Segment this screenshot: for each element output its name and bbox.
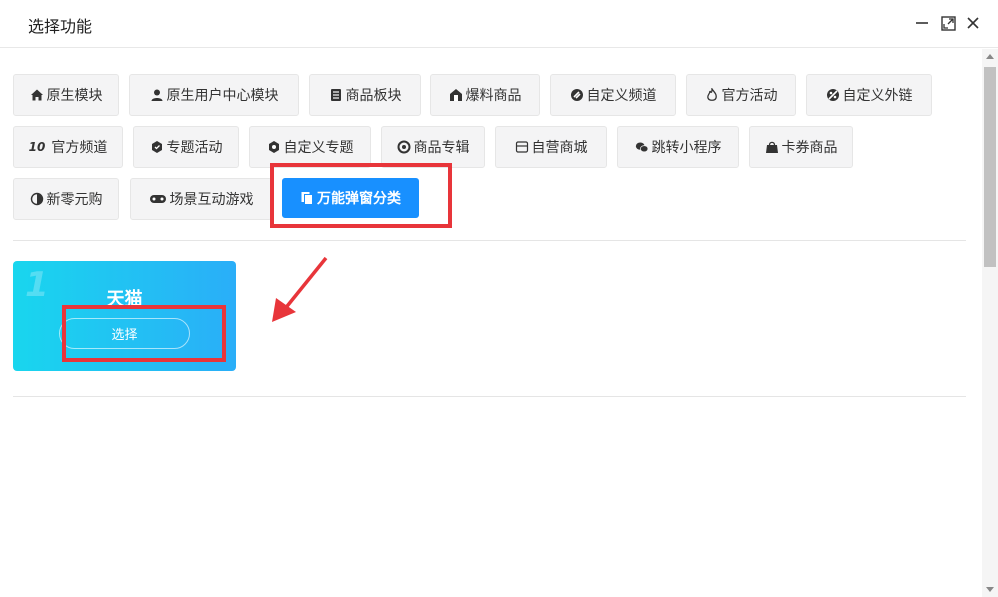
category-button-mini-program[interactable]: 跳转小程序 (617, 126, 739, 168)
category-button-card-goods[interactable]: 卡券商品 (749, 126, 853, 168)
minimize-icon[interactable] (913, 14, 931, 32)
select-function-dialog: 选择功能 原生模块 原生用户中心模块 商品板块 爆料商品 自定义频道 官方活动 … (0, 0, 998, 597)
category-button-custom-channel[interactable]: 自定义频道 (550, 74, 676, 116)
dialog-body: 原生模块 原生用户中心模块 商品板块 爆料商品 自定义频道 官方活动 自定义外链 (0, 49, 982, 597)
category-button-custom-topic[interactable]: 自定义专题 (249, 126, 371, 168)
badge-icon (150, 140, 164, 154)
vertical-scrollbar[interactable] (982, 49, 998, 597)
topic-icon (267, 140, 281, 154)
scroll-down-icon[interactable] (986, 587, 994, 592)
divider (13, 240, 966, 241)
scrollbar-thumb[interactable] (984, 67, 996, 267)
half-circle-icon (30, 192, 44, 206)
maximize-icon[interactable] (939, 14, 957, 32)
dialog-header: 选择功能 (0, 0, 998, 48)
gamepad-icon (149, 192, 167, 206)
category-button-new-zero-buy[interactable]: 新零元购 (13, 178, 119, 220)
copy-icon (300, 191, 314, 205)
category-button-official-activity[interactable]: 官方活动 (686, 74, 796, 116)
link-icon (826, 88, 840, 102)
dialog-title: 选择功能 (28, 17, 93, 36)
user-icon (150, 88, 164, 102)
store-icon (515, 140, 529, 154)
category-button-scene-game[interactable]: 场景互动游戏 (130, 178, 272, 220)
card-title: 天猫 (106, 289, 143, 310)
category-button-native-user-center[interactable]: 原生用户中心模块 (129, 74, 299, 116)
fire-icon (705, 88, 719, 102)
select-button[interactable]: 选择 (59, 318, 190, 349)
custom-icon (570, 88, 584, 102)
wechat-icon (635, 140, 649, 154)
category-button-hot-goods[interactable]: 爆料商品 (430, 74, 540, 116)
close-icon[interactable] (964, 14, 982, 32)
category-button-goods-album[interactable]: 商品专辑 (381, 126, 485, 168)
scroll-up-icon[interactable] (986, 54, 994, 59)
home-icon (30, 88, 44, 102)
category-button-self-mall[interactable]: 自营商城 (495, 126, 607, 168)
album-icon (397, 140, 411, 154)
category-button-goods-block[interactable]: 商品板块 (309, 74, 421, 116)
category-button-universal-popup[interactable]: 万能弹窗分类 (282, 178, 419, 218)
bag-icon (765, 140, 779, 154)
house-icon (449, 88, 463, 102)
category-button-topic-activity[interactable]: 专题活动 (133, 126, 239, 168)
category-button-official-channel[interactable]: 10 官方频道 (13, 126, 123, 168)
category-button-native-module[interactable]: 原生模块 (13, 74, 119, 116)
list-icon (329, 88, 343, 102)
tmall-card: 1 天猫 选择 (13, 261, 236, 371)
channel-icon: 10 (28, 140, 46, 154)
category-button-custom-link[interactable]: 自定义外链 (806, 74, 932, 116)
annotation-arrow-icon (272, 256, 328, 322)
divider (13, 396, 966, 397)
